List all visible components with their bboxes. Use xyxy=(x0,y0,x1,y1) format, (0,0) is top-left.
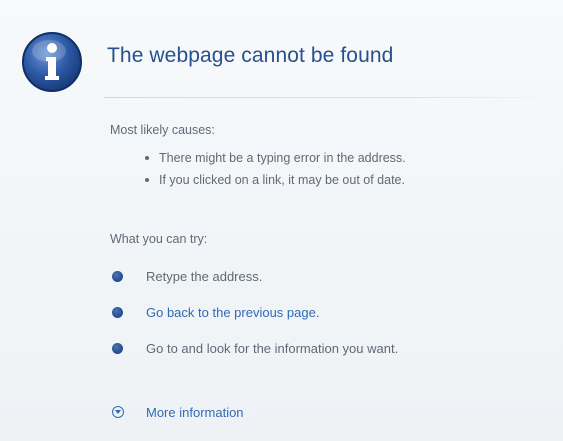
try-item-go-back[interactable]: Go back to the previous page. xyxy=(112,302,398,338)
chevron-down-circle-icon[interactable] xyxy=(112,406,124,418)
more-information-label[interactable]: More information xyxy=(146,405,244,420)
go-back-link[interactable]: Go back to the previous page. xyxy=(146,305,319,320)
more-information-link[interactable]: More information xyxy=(112,402,244,426)
title-divider xyxy=(104,97,563,98)
try-label: What you can try: xyxy=(110,232,208,246)
try-list: Retype the address. Go back to the previ… xyxy=(112,266,398,374)
bullet-icon xyxy=(112,307,123,318)
try-item-label: Retype the address. xyxy=(146,269,263,284)
cause-item: If you clicked on a link, it may be out … xyxy=(145,169,406,191)
try-item-label: Go to and look for the information you w… xyxy=(146,341,399,356)
causes-label: Most likely causes: xyxy=(110,123,215,137)
try-item-retype: Retype the address. xyxy=(112,266,398,302)
try-item-go-to: Go to and look for the information you w… xyxy=(112,338,398,374)
error-page: The webpage cannot be found Most likely … xyxy=(0,0,563,441)
page-title: The webpage cannot be found xyxy=(107,44,394,67)
info-icon xyxy=(22,32,82,92)
bullet-icon xyxy=(112,343,123,354)
bullet-icon xyxy=(112,271,123,282)
cause-item: There might be a typing error in the add… xyxy=(145,147,406,169)
causes-list: There might be a typing error in the add… xyxy=(145,147,406,191)
